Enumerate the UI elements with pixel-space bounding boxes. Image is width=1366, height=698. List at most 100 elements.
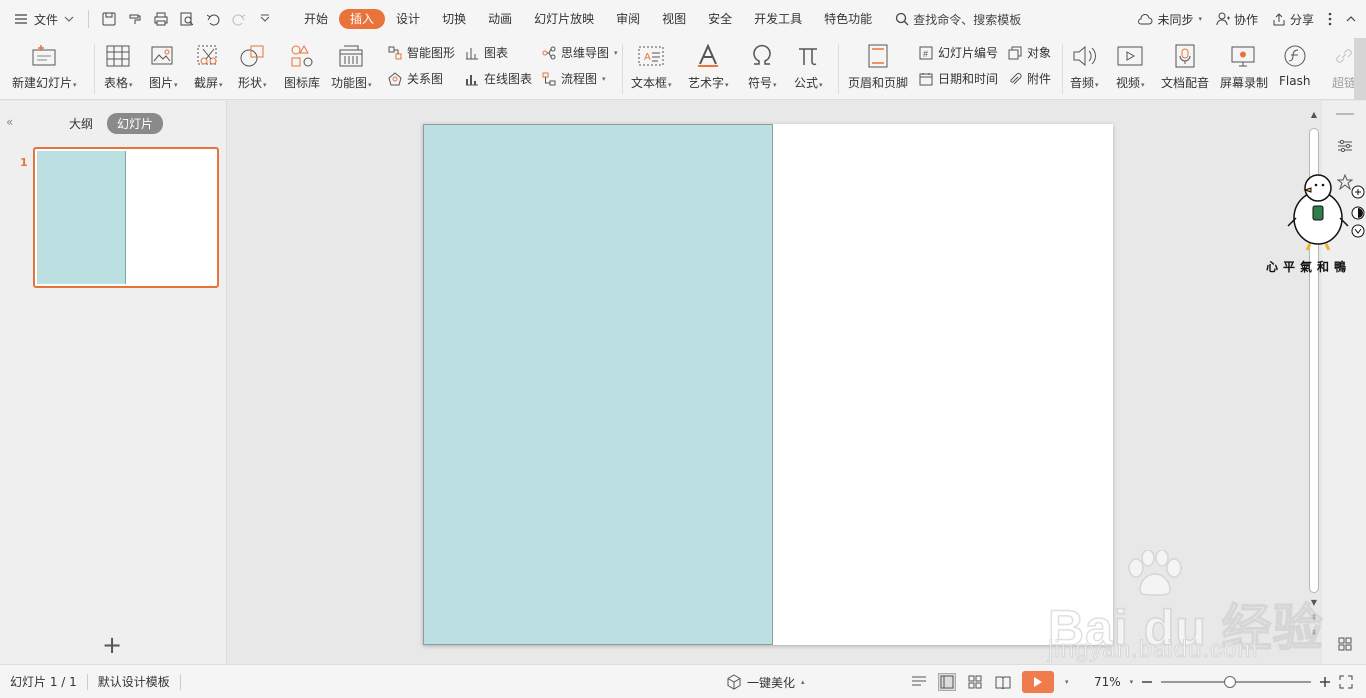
wordart-button[interactable]: 艺术字▾ bbox=[688, 42, 729, 91]
command-search[interactable]: 查找命令、搜索模板 bbox=[895, 11, 1021, 28]
tab-security[interactable]: 安全 bbox=[697, 9, 743, 29]
format-painter-icon[interactable] bbox=[127, 11, 143, 27]
tab-features[interactable]: 特色功能 bbox=[813, 9, 883, 29]
tab-home[interactable]: 开始 bbox=[293, 9, 339, 29]
formula-label: 公式 bbox=[794, 76, 819, 90]
sync-status[interactable]: 未同步 ▾ bbox=[1137, 11, 1202, 28]
scissors-icon bbox=[194, 42, 222, 70]
tab-animation[interactable]: 动画 bbox=[477, 9, 523, 29]
tab-slideshow[interactable]: 幻灯片放映 bbox=[523, 9, 605, 29]
video-button[interactable]: 视频▾ bbox=[1116, 42, 1145, 91]
chevron-down-icon[interactable]: ▾ bbox=[1065, 678, 1069, 686]
textbox-button[interactable]: A 文本框▾ bbox=[631, 42, 672, 91]
tab-transition[interactable]: 切换 bbox=[431, 9, 477, 29]
hamburger-icon bbox=[15, 14, 27, 24]
fit-window-icon[interactable] bbox=[1339, 675, 1353, 689]
tab-outline[interactable]: 大纲 bbox=[59, 113, 103, 134]
slide-canvas bbox=[228, 101, 1308, 664]
smart-shape-icon bbox=[387, 45, 403, 61]
calendar-icon bbox=[918, 71, 934, 87]
normal-view-icon[interactable] bbox=[938, 673, 956, 691]
mindmap-button[interactable]: 思维导图 ▾ bbox=[541, 44, 618, 61]
icon-library-button[interactable]: 图标库 bbox=[284, 42, 320, 91]
picture-button[interactable]: 图片▾ bbox=[149, 42, 178, 91]
pi-icon bbox=[794, 42, 822, 70]
ribbon-scroll-handle[interactable] bbox=[1354, 38, 1366, 100]
screenshot-button[interactable]: 截屏▾ bbox=[194, 42, 223, 91]
screen-record-icon bbox=[1230, 42, 1258, 70]
zoom-slider-knob[interactable] bbox=[1224, 676, 1237, 688]
save-icon[interactable] bbox=[101, 11, 117, 27]
undo-icon[interactable] bbox=[205, 11, 221, 27]
function-chart-button[interactable]: 功能图▾ bbox=[331, 42, 372, 91]
play-slideshow-button[interactable] bbox=[1022, 671, 1054, 693]
flowchart-icon bbox=[541, 71, 557, 87]
collapse-panel-icon[interactable]: « bbox=[6, 115, 13, 129]
header-footer-button[interactable]: 页眉和页脚 bbox=[848, 42, 908, 91]
collaborate-label: 协作 bbox=[1233, 12, 1258, 27]
settings-sliders-icon[interactable] bbox=[1336, 137, 1354, 155]
customize-toolbar-icon[interactable] bbox=[257, 11, 273, 27]
tab-insert[interactable]: 插入 bbox=[339, 9, 386, 29]
grid-apps-icon[interactable] bbox=[1336, 635, 1354, 653]
function-chart-label: 功能图 bbox=[331, 76, 368, 90]
slide-thumbnail[interactable] bbox=[33, 147, 219, 288]
tab-design[interactable]: 设计 bbox=[385, 9, 431, 29]
zoom-level[interactable]: 71% bbox=[1094, 675, 1121, 689]
symbol-button[interactable]: 符号▾ bbox=[748, 42, 777, 91]
new-slide-button[interactable]: 新建幻灯片▾ bbox=[12, 42, 77, 91]
object-button[interactable]: 对象 bbox=[1007, 44, 1051, 61]
audio-button[interactable]: 音频▾ bbox=[1070, 42, 1099, 91]
collaborate-button[interactable]: 协作 bbox=[1216, 11, 1258, 28]
share-button[interactable]: 分享 bbox=[1272, 11, 1314, 28]
mindmap-icon bbox=[541, 45, 557, 61]
more-icon[interactable] bbox=[1328, 12, 1332, 26]
chart-button[interactable]: 图表 bbox=[464, 44, 508, 61]
shape-button[interactable]: 形状▾ bbox=[238, 42, 267, 91]
prev-slide-icon[interactable]: ⇞ bbox=[1308, 613, 1320, 622]
relation-chart-button[interactable]: 关系图 bbox=[387, 70, 443, 87]
share-label: 分享 bbox=[1289, 12, 1314, 27]
reading-view-icon[interactable] bbox=[994, 673, 1012, 691]
slide-sorter-icon[interactable] bbox=[966, 673, 984, 691]
attachment-button[interactable]: 附件 bbox=[1007, 70, 1051, 87]
zoom-out-icon[interactable] bbox=[1141, 676, 1153, 688]
file-menu[interactable]: 文件 bbox=[0, 0, 82, 38]
redo-icon[interactable] bbox=[231, 11, 247, 27]
one-click-beautify-button[interactable]: 一键美化 ▴ bbox=[726, 665, 805, 698]
duck-mascot: 心平氣和鴨 bbox=[1266, 168, 1366, 278]
status-bar: 幻灯片 1 / 1 默认设计模板 一键美化 ▴ ▾ 71% ▾ bbox=[0, 664, 1366, 698]
chevron-down-icon[interactable]: ▾ bbox=[1130, 678, 1134, 686]
tab-slides[interactable]: 幻灯片 bbox=[107, 113, 164, 134]
scroll-up-icon[interactable]: ▲ bbox=[1308, 110, 1320, 119]
template-name[interactable]: 默认设计模板 bbox=[88, 673, 180, 690]
slide-number-button[interactable]: # 幻灯片编号 bbox=[918, 44, 998, 61]
zoom-in-icon[interactable] bbox=[1319, 676, 1331, 688]
add-slide-icon[interactable]: + bbox=[102, 631, 122, 659]
collapse-ribbon-icon[interactable] bbox=[1346, 15, 1356, 23]
tab-view[interactable]: 视图 bbox=[651, 9, 697, 29]
doc-dubbing-button[interactable]: 文档配音 bbox=[1161, 42, 1209, 91]
smart-shape-button[interactable]: 智能图形 bbox=[387, 44, 455, 61]
table-button[interactable]: 表格▾ bbox=[104, 42, 133, 91]
online-chart-button[interactable]: 在线图表 bbox=[464, 70, 532, 87]
file-menu-label: 文件 bbox=[34, 12, 59, 27]
flowchart-button[interactable]: 流程图 ▾ bbox=[541, 70, 606, 87]
slide-color-rectangle[interactable] bbox=[423, 124, 773, 645]
next-slide-icon[interactable]: ⇟ bbox=[1308, 628, 1320, 637]
print-preview-icon[interactable] bbox=[179, 11, 195, 27]
scroll-down-icon[interactable]: ▼ bbox=[1308, 598, 1320, 607]
notes-icon[interactable] bbox=[910, 673, 928, 691]
doc-dubbing-label: 文档配音 bbox=[1161, 76, 1210, 90]
zoom-slider[interactable] bbox=[1161, 676, 1312, 688]
tab-developer[interactable]: 开发工具 bbox=[743, 9, 813, 29]
current-slide[interactable] bbox=[423, 124, 1113, 645]
print-icon[interactable] bbox=[153, 11, 169, 27]
formula-button[interactable]: 公式▾ bbox=[794, 42, 823, 91]
flash-button[interactable]: Flash bbox=[1279, 42, 1310, 88]
online-chart-icon bbox=[464, 71, 480, 87]
screen-record-label: 屏幕录制 bbox=[1220, 76, 1269, 90]
screen-record-button[interactable]: 屏幕录制 bbox=[1220, 42, 1268, 91]
tab-review[interactable]: 审阅 bbox=[605, 9, 651, 29]
date-time-button[interactable]: 日期和时间 bbox=[918, 70, 998, 87]
